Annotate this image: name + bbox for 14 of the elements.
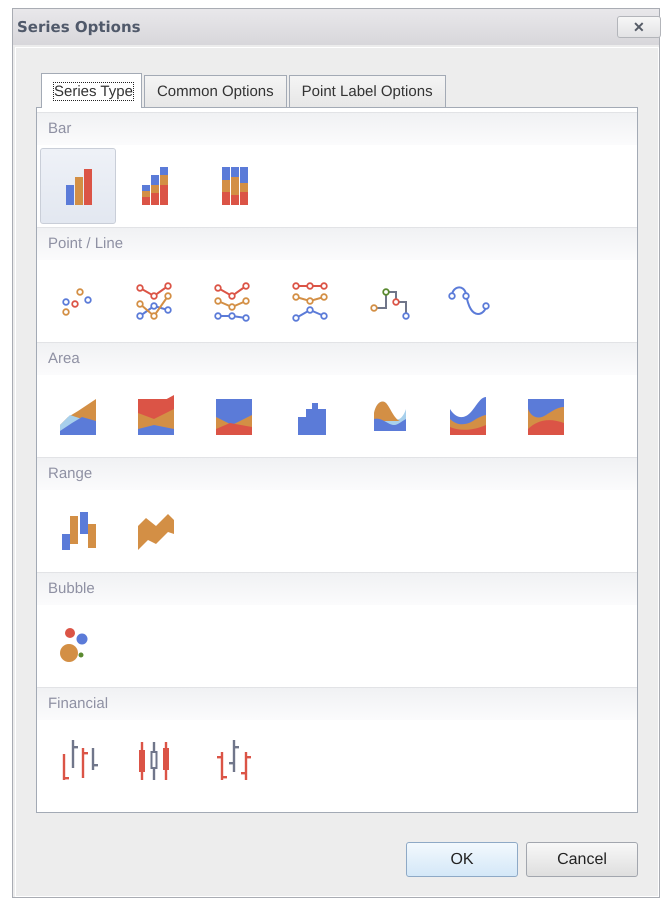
group-header: Bar <box>37 112 637 145</box>
group-header: Bubble <box>37 572 637 605</box>
window-title: Series Options <box>17 18 141 36</box>
tab[interactable]: Common Options <box>144 75 287 107</box>
chart-type-button[interactable] <box>40 148 116 224</box>
group-header: Financial <box>37 687 637 720</box>
close-button[interactable]: ✕ <box>617 16 661 38</box>
dialog-button[interactable]: Cancel <box>526 842 638 877</box>
tab[interactable]: Series Type <box>41 73 142 108</box>
dialog-button[interactable]: OK <box>406 842 518 877</box>
tab[interactable]: Point Label Options <box>288 75 446 107</box>
group-header: Area <box>37 342 637 375</box>
group-header: Point / Line <box>37 227 637 260</box>
group-header: Range <box>37 457 637 490</box>
